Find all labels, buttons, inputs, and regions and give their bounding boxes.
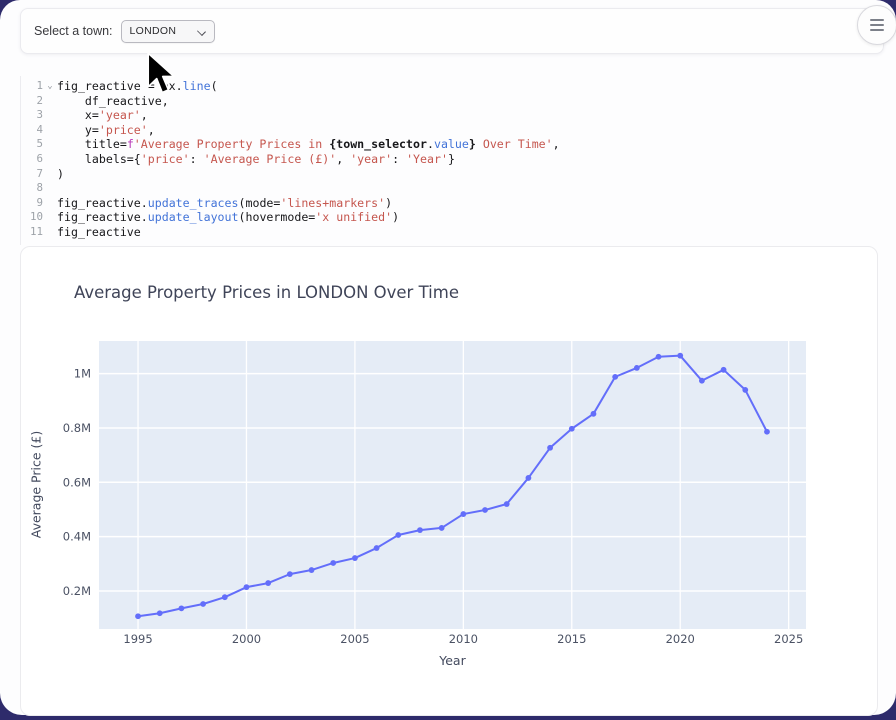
y-tick-label: 0.8M	[63, 421, 91, 435]
x-tick-label: 2005	[340, 632, 369, 646]
code-line[interactable]: 4 y='price',	[21, 123, 885, 138]
data-point[interactable]	[460, 511, 466, 517]
fold-spacer	[43, 181, 57, 196]
data-point[interactable]	[677, 353, 683, 359]
code-text: fig_reactive.update_traces(mode='lines+m…	[57, 196, 885, 211]
data-point[interactable]	[222, 594, 228, 600]
data-point[interactable]	[374, 545, 380, 551]
line-number: 8	[21, 181, 43, 196]
app-window: Select a town: LONDON 1⌄fig_reactive = p…	[0, 0, 896, 715]
data-point[interactable]	[699, 378, 705, 384]
code-text: y='price',	[57, 123, 885, 138]
data-point[interactable]	[157, 610, 163, 616]
y-tick-label: 1M	[74, 367, 91, 381]
line-number: 11	[21, 225, 43, 240]
code-line[interactable]: 5 title=f'Average Property Prices in {to…	[21, 137, 885, 152]
data-point[interactable]	[265, 580, 271, 586]
data-point[interactable]	[287, 571, 293, 577]
menu-button[interactable]	[857, 5, 896, 45]
line-number: 9	[21, 196, 43, 211]
line-number: 7	[21, 167, 43, 182]
line-number: 5	[21, 137, 43, 152]
data-point[interactable]	[417, 527, 423, 533]
code-line[interactable]: 9 fig_reactive.update_traces(mode='lines+…	[21, 196, 885, 211]
data-point[interactable]	[395, 532, 401, 538]
code-text: fig_reactive	[57, 225, 885, 240]
data-point[interactable]	[569, 426, 575, 432]
code-text	[57, 181, 885, 196]
code-line[interactable]: 10 fig_reactive.update_layout(hovermode='…	[21, 210, 885, 225]
fold-spacer	[43, 123, 57, 138]
town-select-value: LONDON	[130, 25, 198, 37]
line-number: 1	[21, 79, 43, 94]
town-select-dropdown[interactable]: LONDON	[121, 20, 215, 43]
data-point[interactable]	[504, 501, 510, 507]
data-point[interactable]	[612, 374, 618, 380]
data-point[interactable]	[244, 584, 250, 590]
data-point[interactable]	[656, 354, 662, 360]
code-text: title=f'Average Property Prices in {town…	[57, 137, 885, 152]
code-text: fig_reactive.update_layout(hovermode='x …	[57, 210, 885, 225]
x-tick-label: 2010	[449, 632, 478, 646]
y-tick-label: 0.6M	[63, 475, 91, 489]
line-number: 4	[21, 123, 43, 138]
data-point[interactable]	[352, 555, 358, 561]
data-point[interactable]	[309, 567, 315, 573]
data-point[interactable]	[764, 429, 770, 435]
chart-card: 1995 2000 2005 2010 2015 2020 2025 0.2M 0.4M 0.6M…	[20, 246, 878, 716]
fold-spacer	[43, 94, 57, 109]
line-number: 10	[21, 210, 43, 225]
plot-area[interactable]	[99, 341, 806, 629]
select-town-label: Select a town:	[34, 24, 113, 38]
x-tick-label: 1995	[123, 632, 152, 646]
x-axis-title: Year	[99, 653, 806, 668]
fold-spacer	[43, 108, 57, 123]
chevron-down-icon	[198, 27, 206, 35]
data-point[interactable]	[526, 475, 532, 481]
data-point[interactable]	[439, 525, 445, 531]
y-tick-label: 0.4M	[63, 530, 91, 544]
fold-spacer	[43, 152, 57, 167]
code-line[interactable]: 6 labels={'price': 'Average Price (£)', …	[21, 152, 885, 167]
code-text: )	[57, 167, 885, 182]
mouse-cursor	[146, 52, 178, 100]
x-tick-label: 2020	[666, 632, 695, 646]
fold-spacer	[43, 167, 57, 182]
fold-spacer	[43, 225, 57, 240]
y-tick-label: 0.2M	[63, 584, 91, 598]
price-line-chart[interactable]: 1995 2000 2005 2010 2015 2020 2025 0.2M 0.4M 0.6M…	[21, 247, 877, 715]
x-tick-label: 2000	[232, 632, 261, 646]
fold-spacer	[43, 210, 57, 225]
fold-spacer	[43, 196, 57, 211]
data-point[interactable]	[742, 387, 748, 393]
town-selector-panel: Select a town: LONDON	[20, 8, 884, 54]
code-line[interactable]: 7)	[21, 167, 885, 182]
line-number: 3	[21, 108, 43, 123]
data-point[interactable]	[135, 613, 141, 619]
code-editor[interactable]: 1⌄fig_reactive = px.line(2 df_reactive,3…	[20, 76, 885, 245]
data-point[interactable]	[634, 365, 640, 371]
data-point[interactable]	[200, 601, 206, 607]
code-text: labels={'price': 'Average Price (£)', 'y…	[57, 152, 885, 167]
fold-arrow-icon[interactable]: ⌄	[43, 79, 57, 94]
fold-spacer	[43, 137, 57, 152]
data-point[interactable]	[482, 507, 488, 513]
chart-title: Average Property Prices in LONDON Over T…	[74, 283, 459, 302]
code-text: x='year',	[57, 108, 885, 123]
code-line[interactable]: 11 fig_reactive	[21, 225, 885, 240]
data-point[interactable]	[330, 560, 336, 566]
code-text: fig_reactive = px.line(	[57, 79, 885, 94]
data-point[interactable]	[179, 605, 185, 611]
code-line[interactable]: 8	[21, 181, 885, 196]
code-text: df_reactive,	[57, 94, 885, 109]
data-point[interactable]	[547, 445, 553, 451]
line-number: 6	[21, 152, 43, 167]
x-tick-label: 2015	[557, 632, 586, 646]
data-point[interactable]	[591, 411, 597, 417]
code-line[interactable]: 3 x='year',	[21, 108, 885, 123]
x-tick-label: 2025	[774, 632, 803, 646]
line-number: 2	[21, 94, 43, 109]
y-axis-title: Average Price (£)	[29, 385, 44, 585]
data-point[interactable]	[721, 367, 727, 373]
